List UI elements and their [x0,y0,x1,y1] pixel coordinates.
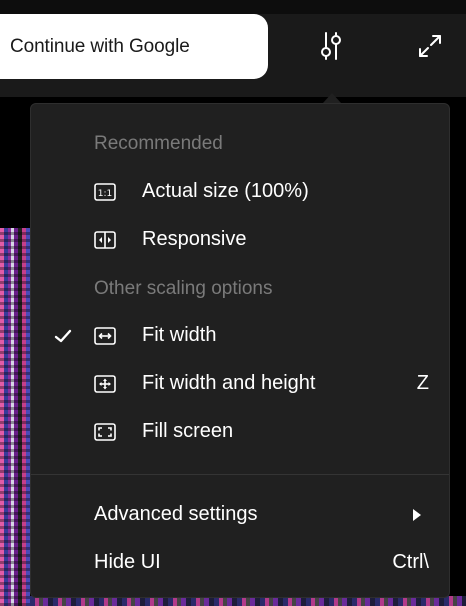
menu-item-hide-ui[interactable]: Hide UI Ctrl\ [31,543,449,583]
menu-item-label: Fill screen [142,420,234,442]
menu-divider [31,474,449,475]
menu-item-label: Hide UI [94,551,161,573]
menu-item-responsive[interactable]: Responsive [31,220,449,260]
sliders-icon[interactable] [309,24,353,68]
shortcut-label: Z [416,372,429,394]
top-toolbar: Continue with Google [0,0,466,97]
shortcut-label: Ctrl\ [392,551,429,573]
actual-size-icon: 1:1 [94,182,116,202]
responsive-icon [94,230,116,250]
menu-heading-other-scaling: Other scaling options [94,278,273,299]
fit-width-height-icon [94,374,116,394]
menu-pointer [323,93,341,103]
menu-item-fill-screen[interactable]: Fill screen [31,412,449,452]
app-stage: Continue with Google Recommended 1:1 Act… [0,0,466,606]
pixel-art-edge [0,228,30,606]
menu-item-advanced-settings[interactable]: Advanced settings [31,495,449,535]
menu-item-fit-width[interactable]: Fit width [31,316,449,356]
menu-item-label: Fit width [142,324,217,346]
menu-item-label: Advanced settings [94,503,258,525]
submenu-arrow-icon [413,509,421,521]
expand-icon[interactable] [408,24,452,68]
menu-item-fit-width-height[interactable]: Fit width and height Z [31,364,449,404]
toolbar-top-strip [0,0,466,14]
svg-text:1:1: 1:1 [98,189,112,199]
menu-item-actual-size[interactable]: 1:1 Actual size (100%) [31,172,449,212]
fill-screen-icon [94,422,116,442]
menu-item-label: Fit width and height [142,372,316,394]
fit-width-icon [94,326,116,346]
menu-item-label: Actual size (100%) [142,180,309,202]
continue-with-google-button[interactable]: Continue with Google [0,14,268,79]
checkmark-icon [53,326,73,346]
scaling-menu: Recommended 1:1 Actual size (100%) Respo… [30,103,450,598]
menu-item-label: Responsive [142,228,247,250]
menu-heading-recommended: Recommended [94,133,223,154]
